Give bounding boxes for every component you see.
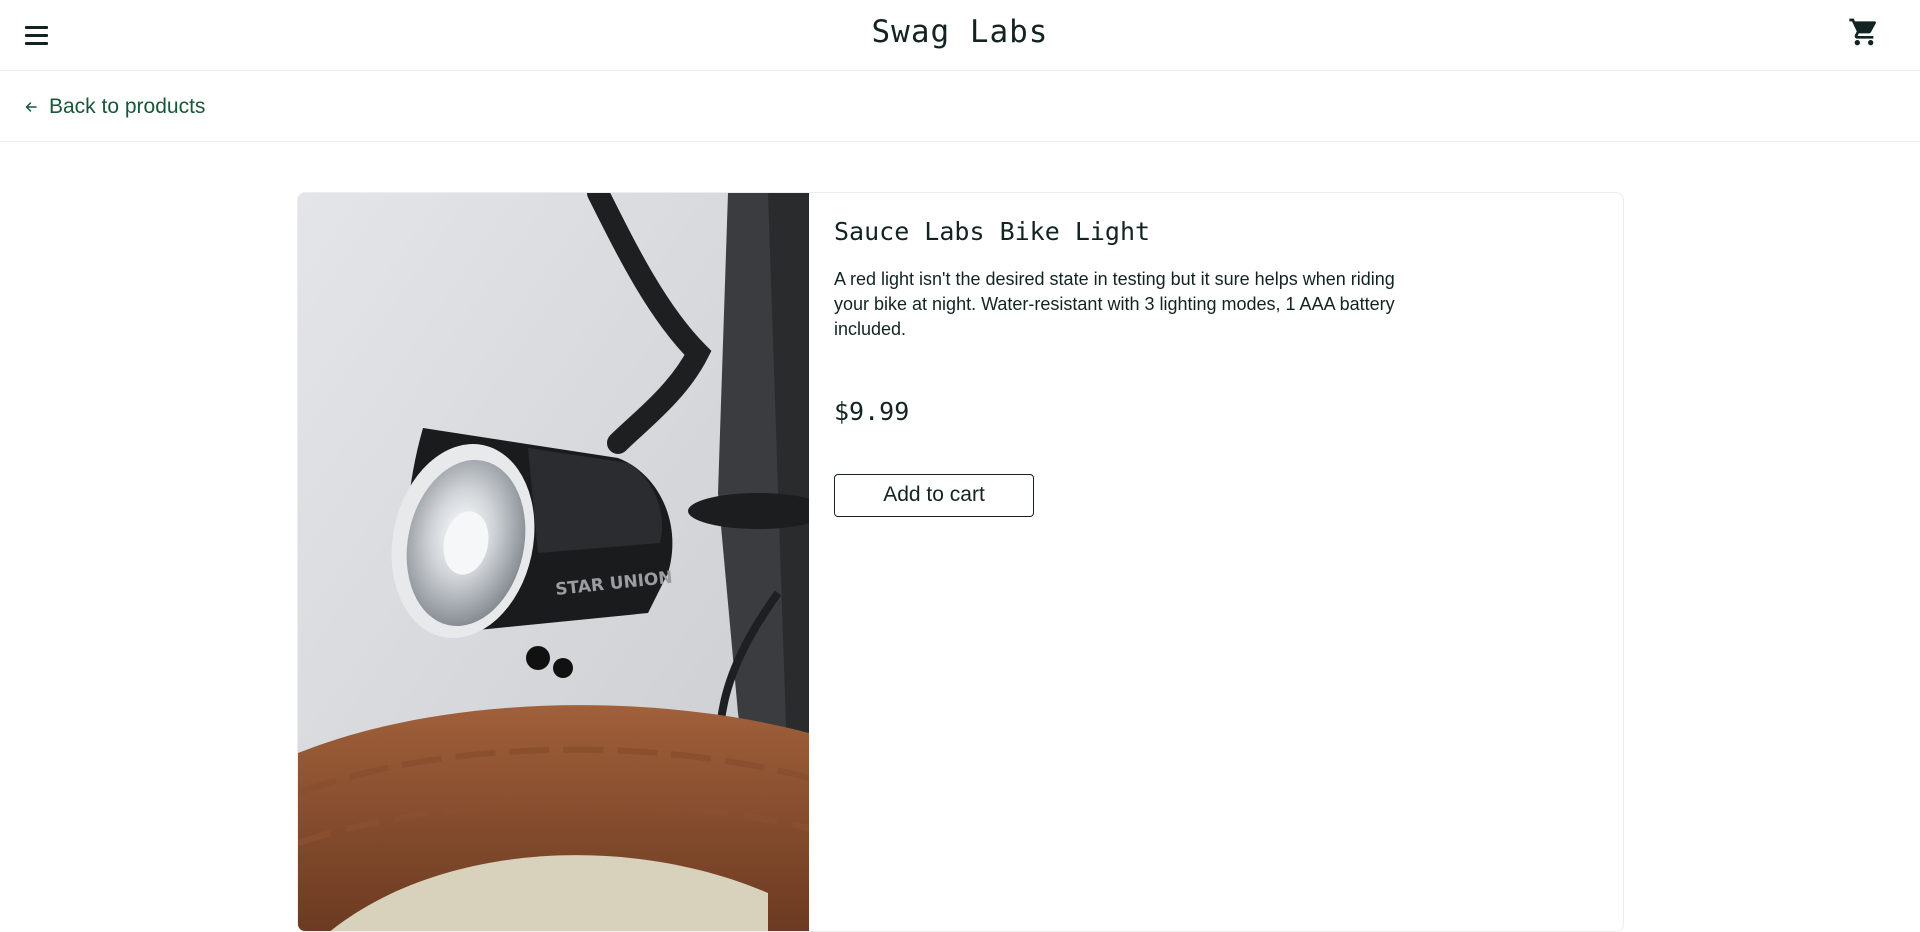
add-to-cart-button[interactable]: Add to cart [834, 474, 1034, 517]
shopping-cart-icon [1849, 18, 1877, 46]
product-name: Sauce Labs Bike Light [834, 217, 1151, 246]
shopping-cart-link[interactable] [1848, 16, 1880, 48]
back-to-products-label: Back to products [49, 95, 206, 118]
product-price: $9.99 [834, 397, 910, 426]
menu-button[interactable] [24, 25, 49, 47]
secondary-header: Back to products [0, 71, 1920, 142]
bike-light-photo: STAR UNION [298, 193, 809, 931]
product-details-card: STAR UNION Sauce Labs Bike Light A red l… [297, 192, 1624, 932]
app-logo-title: Swag Labs [871, 14, 1049, 50]
hamburger-menu-icon [25, 26, 48, 29]
hamburger-menu-icon-bar [25, 42, 48, 45]
product-image: STAR UNION [298, 193, 809, 931]
hamburger-menu-icon-bar [25, 34, 48, 37]
product-description: A red light isn't the desired state in t… [834, 269, 1395, 339]
back-to-products-button[interactable]: Back to products [24, 93, 205, 121]
primary-header: Swag Labs [0, 0, 1920, 71]
arrow-left-icon [25, 102, 37, 112]
